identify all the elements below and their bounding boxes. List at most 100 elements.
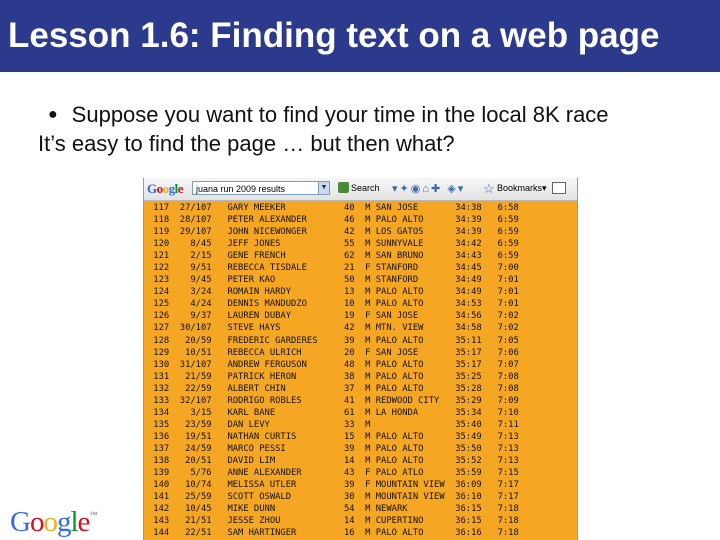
table-row: 119 29/107 JOHN NICEWONGER 42 M LOS GATO… <box>148 226 577 238</box>
toolbar-search-input[interactable]: juana run 2009 results <box>192 181 330 195</box>
result-time: 34:56 <box>449 311 482 322</box>
result-sex: M <box>359 419 371 430</box>
result-pace: 6:58 <box>487 203 519 213</box>
result-age: 41 <box>322 395 355 406</box>
result-age: 14 <box>322 516 355 527</box>
result-div: 20/59 <box>174 335 212 346</box>
result-time: 36:16 <box>449 528 482 539</box>
result-sex: F <box>359 311 371 322</box>
body-text: It’s easy to find the page … but then wh… <box>38 131 455 156</box>
result-city: PALO ALTO <box>375 335 450 346</box>
result-sex: M <box>359 492 371 503</box>
result-time: 35:25 <box>449 371 482 382</box>
result-pace: 7:17 <box>487 480 519 491</box>
toolbar-buttons-icon[interactable]: ▾✦◉⌂✚ ◈▾ <box>392 182 465 195</box>
result-time: 35:50 <box>449 443 482 454</box>
result-place: 117 <box>148 203 170 213</box>
result-name: MIKE DUNN <box>227 504 318 515</box>
result-pace: 7:13 <box>487 443 519 454</box>
search-icon[interactable] <box>338 182 349 193</box>
result-age: 61 <box>322 407 355 418</box>
result-age: 15 <box>322 431 355 442</box>
result-place: 124 <box>148 287 170 298</box>
result-sex: M <box>359 335 371 346</box>
result-time: 34:45 <box>449 263 482 274</box>
result-sex: M <box>359 528 371 539</box>
result-pace: 7:06 <box>487 347 519 358</box>
table-row: 140 10/74 MELISSA UTLER 39 F MOUNTAIN VI… <box>148 479 577 491</box>
google-toolbar: Google juana run 2009 results ▼ Search ▾… <box>144 178 577 201</box>
result-pace: 6:59 <box>487 227 519 238</box>
result-pace: 7:01 <box>487 287 519 298</box>
chevron-down-icon[interactable]: ▼ <box>318 181 330 195</box>
result-age: 13 <box>322 287 355 298</box>
result-name: REBECCA ULRICH <box>227 347 318 358</box>
result-div: 4/24 <box>174 299 212 310</box>
result-time: 34:49 <box>449 287 482 298</box>
result-time: 36:15 <box>449 516 482 527</box>
result-sex: M <box>359 251 371 262</box>
result-div: 25/59 <box>174 492 212 503</box>
result-name: KARL BANE <box>227 407 318 418</box>
result-div: 24/59 <box>174 443 212 454</box>
result-div: 9/45 <box>174 275 212 286</box>
result-place: 126 <box>148 311 170 322</box>
result-city <box>376 420 450 430</box>
toolbar-google-logo[interactable]: Google <box>147 181 184 197</box>
result-sex: M <box>359 215 371 226</box>
result-sex: M <box>359 383 371 394</box>
result-city: STANFORD <box>375 275 450 286</box>
table-row: 120 8/45 JEFF JONES 55 M SUNNYVALE 34:42… <box>148 238 577 250</box>
result-pace: 7:08 <box>487 371 519 382</box>
result-age: 43 <box>322 468 355 479</box>
result-time: 34:38 <box>449 203 482 213</box>
table-row: 139 5/76 ANNE ALEXANDER 43 F PALO ATLO 3… <box>148 467 577 479</box>
result-city: PALO ALTO <box>375 455 450 466</box>
result-place: 129 <box>148 347 170 358</box>
result-place: 137 <box>148 443 170 454</box>
result-place: 138 <box>148 455 170 466</box>
result-city: LA HONDA <box>375 407 450 418</box>
table-row: 134 3/15 KARL BANE 61 M LA HONDA 35:34 7… <box>148 407 577 419</box>
result-name: ROMAIN HARDY <box>227 287 318 298</box>
result-age: 54 <box>322 504 355 515</box>
result-age: 20 <box>322 347 355 358</box>
browser-screenshot: Google juana run 2009 results ▼ Search ▾… <box>143 178 578 540</box>
search-button[interactable]: Search <box>351 183 380 193</box>
result-time: 35:34 <box>449 407 482 418</box>
result-pace: 7:18 <box>487 528 519 539</box>
result-place: 139 <box>148 468 170 479</box>
result-pace: 7:09 <box>487 395 519 406</box>
result-div: 20/51 <box>174 455 212 466</box>
result-city: PALO ALTO <box>375 215 450 226</box>
result-time: 35:40 <box>449 419 482 430</box>
result-pace: 6:59 <box>487 251 519 262</box>
star-icon[interactable]: ☆ <box>483 181 495 197</box>
table-row: 126 9/37 LAUREN DUBAY 19 F SAN JOSE 34:5… <box>148 310 577 322</box>
result-place: 141 <box>148 492 170 503</box>
result-div: 27/107 <box>174 203 212 213</box>
result-name: RODRIGO ROBLES <box>227 395 318 406</box>
result-div: 23/59 <box>174 419 212 430</box>
result-city: PALO ALTO <box>375 383 450 394</box>
window-icon[interactable] <box>552 182 566 194</box>
table-row: 123 9/45 PETER KAO 50 M STANFORD 34:49 7… <box>148 274 577 286</box>
result-place: 130 <box>148 359 170 370</box>
result-sex: M <box>359 504 371 515</box>
result-age: 46 <box>322 215 355 226</box>
result-age: 39 <box>322 443 355 454</box>
result-pace: 7:13 <box>487 431 519 442</box>
result-sex: M <box>359 443 371 454</box>
bookmarks-button[interactable]: Bookmarks▾ <box>497 183 547 194</box>
result-place: 144 <box>148 528 170 539</box>
result-city: PALO ALTO <box>375 528 450 539</box>
table-row: 124 3/24 ROMAIN HARDY 13 M PALO ALTO 34:… <box>148 286 577 298</box>
result-name: JOHN NICEWONGER <box>227 227 318 238</box>
result-city: REDWOOD CITY <box>375 395 450 406</box>
result-pace: 6:59 <box>487 239 519 250</box>
result-sex: M <box>359 407 371 418</box>
result-age: 62 <box>322 251 355 262</box>
result-time: 35:52 <box>449 455 482 466</box>
result-time: 34:39 <box>449 227 482 238</box>
result-sex: F <box>359 347 371 358</box>
